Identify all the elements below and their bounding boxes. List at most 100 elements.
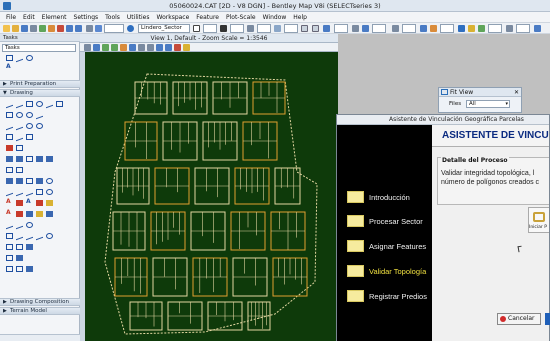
extra-combo[interactable]: [516, 24, 530, 33]
view-previous-icon[interactable]: [156, 44, 163, 51]
crosshatch-icon[interactable]: [26, 178, 33, 184]
menu-utilities[interactable]: Utilities: [127, 14, 150, 21]
selection-combo[interactable]: [402, 24, 416, 33]
parcel-block[interactable]: [234, 167, 270, 205]
pattern-area-icon[interactable]: [36, 178, 43, 184]
cut-icon[interactable]: [39, 25, 46, 32]
place-curve-icon[interactable]: [36, 110, 43, 120]
fit-view-icon[interactable]: [129, 44, 136, 51]
active-level-combo[interactable]: Lindero_Sector: [138, 24, 190, 33]
measure-radius-icon[interactable]: [16, 187, 23, 197]
place-ellipse-icon[interactable]: [16, 112, 23, 118]
construct-bisector-icon[interactable]: [6, 121, 13, 131]
line-weight-icon[interactable]: [220, 25, 227, 32]
menu-settings[interactable]: Settings: [74, 14, 99, 21]
next-button[interactable]: [545, 313, 550, 325]
start-process-button[interactable]: Iniciar P: [528, 207, 549, 233]
section-terrain-model[interactable]: ▶ Terrain Model: [0, 307, 80, 315]
ungroup-icon[interactable]: [36, 156, 43, 162]
select-cell-icon[interactable]: [16, 244, 23, 250]
snap-combo[interactable]: [334, 24, 348, 33]
parcel-block[interactable]: [172, 81, 208, 115]
transparency-combo[interactable]: [257, 24, 271, 33]
fill-area-icon[interactable]: [6, 178, 13, 184]
line-style-icon[interactable]: [193, 25, 200, 32]
fence-place-icon[interactable]: [6, 266, 13, 272]
panel-bottom-tabs[interactable]: [0, 334, 80, 341]
place-shape-icon[interactable]: [56, 101, 63, 107]
copy-element-icon[interactable]: [6, 167, 13, 173]
selection-icon[interactable]: [392, 25, 399, 32]
copy-text-icon[interactable]: [46, 211, 53, 217]
parcel-block[interactable]: [154, 167, 190, 205]
move-element-icon[interactable]: [16, 167, 23, 173]
create-complex-icon[interactable]: [26, 156, 33, 162]
delete-pattern-icon[interactable]: [46, 178, 53, 184]
undo-icon[interactable]: [66, 25, 73, 32]
locks-combo[interactable]: [440, 24, 454, 33]
parcel-block[interactable]: [232, 257, 268, 297]
place-block-icon[interactable]: [26, 101, 33, 107]
extend-line-icon[interactable]: [26, 134, 33, 140]
attributes-icon[interactable]: [95, 25, 102, 32]
parcel-block[interactable]: [167, 301, 203, 331]
place-text-tool-icon[interactable]: A: [6, 199, 13, 205]
locks-icon[interactable]: [430, 25, 437, 32]
menu-window[interactable]: Window: [263, 14, 287, 21]
map-analysis-icon[interactable]: [478, 25, 485, 32]
save-icon[interactable]: [21, 25, 28, 32]
spell-check-icon[interactable]: [36, 200, 43, 206]
drop-element-icon[interactable]: [6, 156, 13, 162]
new-file-icon[interactable]: [3, 25, 10, 32]
class-icon[interactable]: [301, 25, 308, 32]
dimension-ordinate-icon[interactable]: [16, 231, 23, 241]
construct-tangent-icon[interactable]: [26, 123, 33, 129]
place-note-icon[interactable]: A: [26, 199, 33, 205]
delete-element-icon[interactable]: [6, 145, 13, 151]
parcel-block[interactable]: [252, 81, 286, 115]
parcel-block[interactable]: [129, 301, 163, 331]
parcel-block[interactable]: [114, 257, 148, 297]
open-folder-icon[interactable]: [12, 25, 19, 32]
files-select[interactable]: All ▾: [466, 100, 510, 108]
place-circle-tool-icon[interactable]: [26, 112, 33, 118]
accudraw-icon[interactable]: [352, 25, 359, 32]
window-area-icon[interactable]: [120, 44, 127, 51]
parcel-block[interactable]: [162, 121, 198, 161]
dimension-radial-icon[interactable]: [26, 222, 33, 228]
smartline-icon[interactable]: [6, 99, 13, 109]
step-introduccion[interactable]: Introducción: [347, 191, 410, 203]
place-text-icon[interactable]: A: [6, 64, 13, 70]
menu-workspace[interactable]: Workspace: [157, 14, 190, 21]
parcel-block[interactable]: [230, 211, 266, 251]
view-next-icon[interactable]: [165, 44, 172, 51]
section-drawing[interactable]: ▼ Drawing: [0, 89, 80, 97]
dimension-element-icon[interactable]: [6, 233, 13, 239]
map-feature-icon[interactable]: [458, 25, 465, 32]
measure-distance-icon[interactable]: [6, 187, 13, 197]
map-combo[interactable]: [488, 24, 502, 33]
parcel-block[interactable]: [116, 167, 150, 205]
replace-cell-icon[interactable]: [26, 244, 33, 250]
parcel-block[interactable]: [242, 121, 278, 161]
zoom-out-icon[interactable]: [111, 44, 118, 51]
menu-feature[interactable]: Feature: [196, 14, 219, 21]
line-weight-combo[interactable]: [230, 24, 244, 33]
menu-plot-scale[interactable]: Plot-Scale: [226, 14, 256, 21]
place-polygon-icon[interactable]: [6, 112, 13, 118]
rotate-view-icon[interactable]: [138, 44, 145, 51]
menu-edit[interactable]: Edit: [23, 14, 35, 21]
parcel-block[interactable]: [270, 211, 306, 251]
menu-tools[interactable]: Tools: [105, 14, 120, 21]
place-stream-icon[interactable]: [46, 99, 53, 109]
parcel-block[interactable]: [207, 301, 243, 331]
edit-text-icon[interactable]: [16, 200, 23, 206]
parcel-block[interactable]: [194, 167, 230, 205]
fence-delete-icon[interactable]: [26, 266, 33, 272]
cancel-button[interactable]: Cancelar: [497, 313, 541, 325]
parcel-block[interactable]: [202, 121, 238, 161]
update-view-icon[interactable]: [93, 44, 100, 51]
place-arc-icon[interactable]: [36, 101, 43, 107]
transparency-icon[interactable]: [247, 25, 254, 32]
parcel-block[interactable]: [190, 211, 226, 251]
